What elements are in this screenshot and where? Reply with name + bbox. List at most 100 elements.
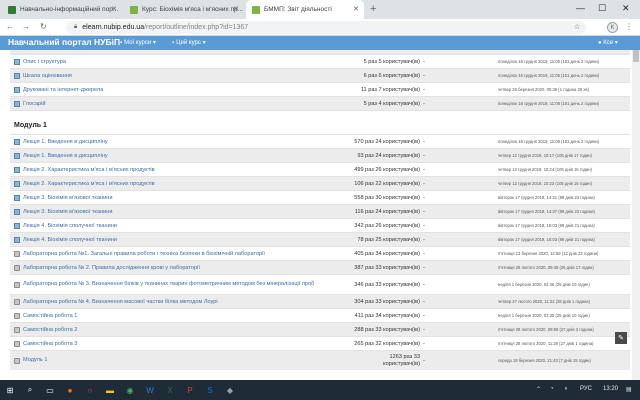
user-menu[interactable]: ● Ксе ▾ [598, 39, 618, 46]
close-window-button[interactable]: ✕ [622, 3, 630, 14]
site-favicon-icon [252, 5, 260, 14]
blogs-count: - [423, 281, 425, 288]
back-icon[interactable]: ← [6, 22, 14, 31]
forward-icon[interactable]: → [22, 22, 30, 31]
network-icon[interactable]: ◔ [550, 386, 554, 392]
views-count: 6 раз 6 користувач(ів) [363, 72, 420, 79]
language-indicator[interactable]: РУС [580, 386, 592, 392]
browser-tab-title: Навчально-інформаційний пор... [20, 6, 119, 13]
bookmark-star-icon[interactable]: ☆ [574, 23, 580, 31]
activity-link[interactable]: Самостійна робота 1 [14, 309, 332, 322]
table-row: Самостійна робота 1 411 раз 34 користувач… [10, 308, 630, 322]
table-row: Лабораторна робота № 4. Визначення масов… [10, 294, 630, 308]
word-icon[interactable]: W [144, 384, 156, 396]
last-access: середа 18 березня 2020, 21:43 (7 днів 15… [498, 357, 591, 363]
activity-link[interactable]: Лабораторна робота № 4. Визначення масов… [14, 295, 332, 308]
last-access: вівторок 17 грудня 2019, 14:31 (99 днів … [498, 194, 595, 200]
chrome-icon[interactable]: ◉ [124, 384, 136, 396]
reload-icon[interactable]: ↻ [40, 22, 47, 31]
close-tab-icon[interactable]: ✕ [353, 5, 359, 13]
browser-tab-2[interactable]: Курс: Біохімія м'яса і м'ясних пр... ✕ [124, 0, 244, 19]
activity-report-table: Опис і структура 5 раз 5 користувач(ів) … [10, 50, 630, 370]
browser-tab-strip: Навчально-інформаційний пор... ✕ Курс: Б… [0, 0, 640, 19]
url-host: elearn.nubip.edu.ua [82, 24, 145, 31]
table-row: Шкала оцінювання 6 раз 6 користувач(ів) … [10, 68, 630, 82]
activity-link[interactable]: Опис і структура [14, 55, 332, 68]
activity-link[interactable]: Друковані та інтернет-джерела [14, 83, 332, 96]
activity-link[interactable]: Лекція 3. Біохімія м'язової тканини [14, 205, 332, 218]
page-icon [14, 138, 20, 145]
last-access: неділя 1 березня 2020, 02:35 (25 днів 10… [498, 312, 590, 318]
activity-link[interactable]: Лабораторна робота №1. Загальні правила … [14, 247, 332, 260]
site-brand[interactable]: Навчальний портал НУБіП [8, 37, 120, 47]
table-row: Лабораторна робота №1. Загальні правила … [10, 246, 630, 260]
blogs-count: - [423, 298, 425, 305]
tray-chevron-icon[interactable]: ⌃ [536, 386, 541, 393]
assignment-icon [14, 326, 20, 333]
maximize-button[interactable]: ☐ [598, 3, 606, 14]
clock[interactable]: 13:20 [603, 386, 618, 392]
activity-link[interactable]: Самостійна робота 3 [14, 337, 332, 350]
search-icon[interactable]: ⌕ [24, 384, 36, 396]
table-row-total: Модуль 1 1263 раз 33 користувач(ів) - сер… [10, 350, 630, 370]
views-count: 5 раз 4 користувач(ів) [363, 100, 420, 107]
blogs-count: - [423, 357, 425, 364]
this-course-menu[interactable]: ▪ Цей курс ▾ [172, 39, 206, 46]
scrollbar-thumb[interactable] [633, 50, 639, 62]
activity-link[interactable]: Лекція 1. Введення в дисципліну [14, 149, 332, 162]
close-tab-icon[interactable]: ✕ [111, 5, 117, 13]
blogs-count: - [423, 236, 425, 243]
assignment-icon [14, 281, 20, 288]
activity-link[interactable]: Лекція 3. Біохімія м'язової тканини [14, 191, 332, 204]
page-icon [14, 152, 20, 159]
glossary-icon [14, 100, 20, 107]
site-favicon-icon [8, 5, 16, 14]
file-explorer-icon[interactable]: ▬ [104, 384, 116, 396]
close-tab-icon[interactable]: ✕ [233, 5, 239, 13]
browser-tab-1[interactable]: Навчально-інформаційний пор... ✕ [2, 0, 122, 19]
blogs-count: - [423, 250, 425, 257]
page-icon [14, 236, 20, 243]
table-row: Друковані та інтернет-джерела 11 раз 7 к… [10, 82, 630, 96]
blogs-count: - [423, 152, 425, 159]
table-row: Глосарій 5 раз 4 користувач(ів) - понеді… [10, 96, 630, 110]
chat-bubble-icon[interactable]: ✎ [615, 332, 627, 344]
activity-link[interactable]: Лабораторна робота № 2. Правила дослідже… [14, 261, 332, 274]
browser-tab-title: БММП: Звіт діяльності [264, 6, 332, 13]
opera-icon[interactable]: ○ [84, 384, 96, 396]
activity-link[interactable]: Лекція 4. Біохімія сполучної тканини [14, 233, 332, 246]
activity-link[interactable]: Глосарій [14, 97, 332, 110]
last-access: вівторок 17 грудня 2019, 16:03 (99 днів … [498, 222, 595, 228]
browser-menu-icon[interactable]: ⋮ [625, 22, 633, 31]
report-content: Опис і структура 5 раз 5 користувач(ів) … [0, 50, 640, 380]
activity-link[interactable]: Лекція 1. Введення в дисципліну [14, 135, 332, 148]
minimize-button[interactable]: — [576, 3, 585, 13]
task-view-icon[interactable]: ▭ [44, 384, 56, 396]
activity-link[interactable]: Шкала оцінювання [14, 69, 332, 82]
activity-link[interactable]: Лекція 4. Біохімія сполучної тканини [14, 219, 332, 232]
windows-start-icon[interactable]: ⊞ [4, 384, 16, 396]
new-tab-button[interactable]: + [370, 3, 376, 15]
firefox-icon[interactable]: ● [64, 384, 76, 396]
powerpoint-icon[interactable]: P [184, 384, 196, 396]
url-bar[interactable]: 🔒︎ elearn.nubip.edu.ua /report/outline/i… [66, 21, 586, 34]
last-access: п'ятниця 28 лютого 2020, 09:59 (27 днів … [498, 326, 594, 332]
notifications-icon[interactable]: ▤ [626, 386, 632, 393]
my-courses-menu[interactable]: ▪ Мої курси ▾ [120, 39, 156, 46]
blogs-count: - [423, 166, 425, 173]
last-access: понеділок 16 грудня 2019, 11:05 (101 ден… [498, 72, 600, 78]
page-scrollbar[interactable] [632, 50, 640, 380]
activity-link[interactable]: Самостійна робота 2 [14, 323, 332, 336]
excel-icon[interactable]: X [164, 384, 176, 396]
browser-tab-3[interactable]: БММП: Звіт діяльності ✕ [246, 0, 364, 19]
activity-link[interactable]: Лекція 2. Характеристика м'яса і м'ясних… [14, 163, 332, 176]
skype-icon[interactable]: S [204, 384, 216, 396]
activity-link[interactable]: Модуль 1 [14, 351, 332, 370]
app-icon[interactable]: ◆ [224, 384, 236, 396]
activity-link[interactable]: Лекція 2. Характеристика м'яса і м'ясних… [14, 177, 332, 190]
page-icon [14, 166, 20, 173]
activity-link[interactable]: Лабораторна робота № 3. Визначення білкі… [14, 275, 332, 294]
profile-avatar[interactable]: K [607, 22, 618, 33]
views-count: 93 раз 24 користувач(ів) [357, 152, 420, 159]
volume-icon[interactable]: ◖ [564, 386, 568, 392]
